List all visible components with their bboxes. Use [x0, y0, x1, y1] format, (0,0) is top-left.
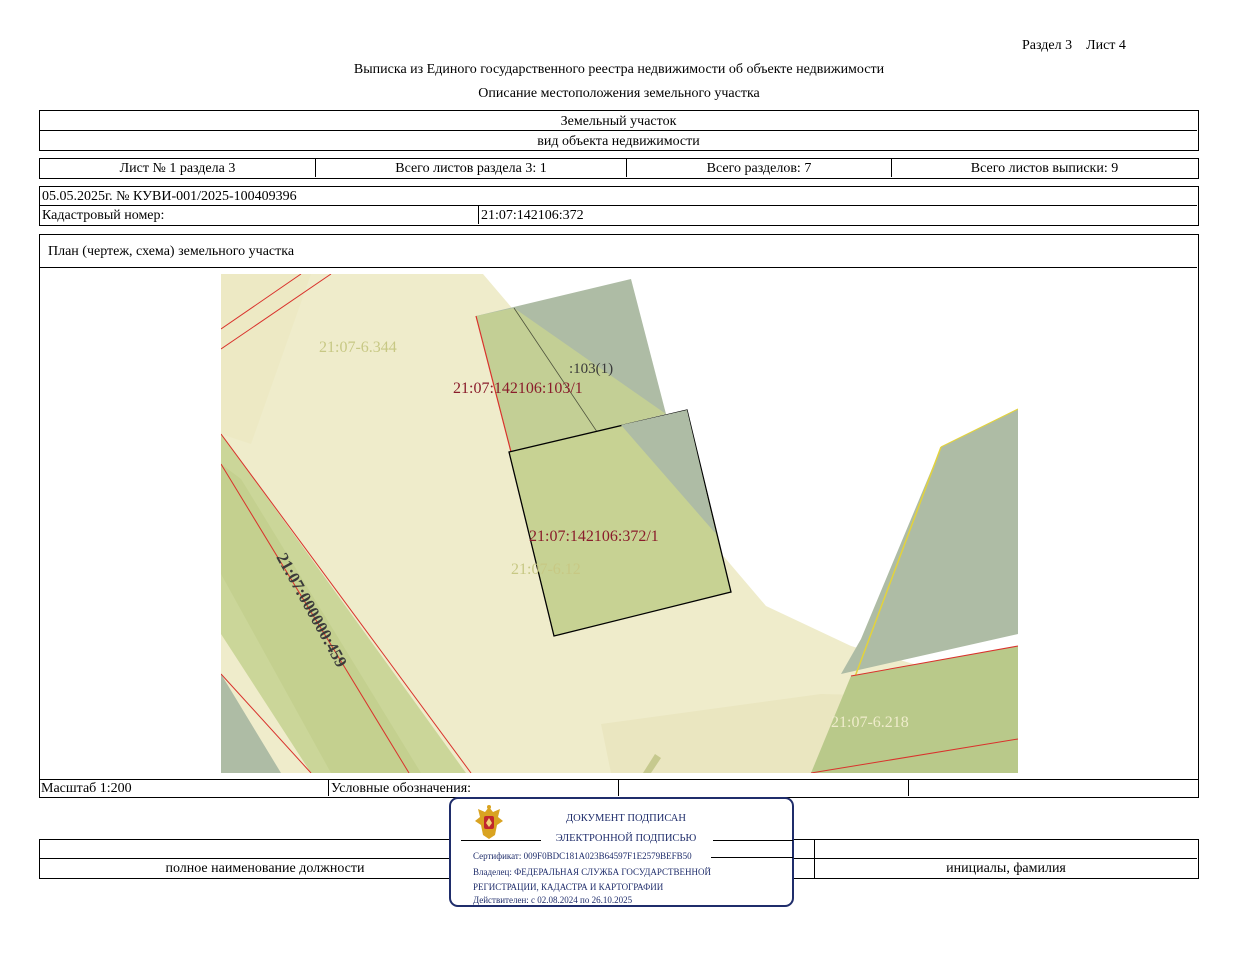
total-sections: Всего разделов: 7: [706, 161, 812, 176]
total-sheets-section: Всего листов раздела 3: 1: [395, 161, 547, 176]
stamp-certificate: Сертификат: 009F0BDC181A023B64597F1E2579…: [473, 851, 692, 861]
total-sheets-extract: Всего листов выписки: 9: [970, 161, 1119, 176]
stamp-line-1: ДОКУМЕНТ ПОДПИСАН: [566, 813, 686, 824]
parcel-103-label: 21:07:142106:103/1: [453, 380, 583, 397]
legend-label: Условные обозначения:: [331, 781, 472, 796]
position-caption: полное наименование должности: [165, 861, 365, 876]
stamp-owner-1: Владелец: ФЕДЕРАЛЬНАЯ СЛУЖБА ГОСУДАРСТВЕ…: [473, 867, 712, 877]
stamp-line-2: ЭЛЕКТРОННОЙ ПОДПИСЬЮ: [555, 833, 697, 844]
sheets-row: Лист № 1 раздела 3 Всего листов раздела …: [39, 158, 1199, 179]
stamp-valid: Действителен: с 02.08.2024 по 26.10.2025: [473, 895, 633, 905]
zone-344-label: 21:07-6.344: [319, 339, 397, 356]
parcel-372-label: 21:07:142106:372/1: [529, 528, 659, 545]
cadastral-label: Кадастровый номер:: [42, 208, 165, 223]
object-type-caption: вид объекта недвижимости: [537, 134, 700, 149]
legend-row: Масштаб 1:200 Условные обозначения:: [39, 780, 1199, 798]
document-subtitle: Описание местоположения земельного участ…: [478, 86, 760, 101]
object-type-box: Земельный участок вид объекта недвижимос…: [39, 110, 1199, 151]
stamp-owner-2: РЕГИСТРАЦИИ, КАДАСТРА И КАРТОГРАФИИ: [473, 882, 664, 892]
record-box: 05.05.2025г. № КУВИ-001/2025-100409396 К…: [39, 186, 1199, 226]
document-title: Выписка из Единого государственного реес…: [353, 62, 885, 77]
object-type: Земельный участок: [560, 114, 677, 129]
sheet-number: Лист № 1 раздела 3: [119, 161, 236, 176]
parcel-103-short-label: :103(1): [569, 361, 613, 377]
cadastral-map: 21:07-6.344 :103(1) 21:07:142106:103/1 2…: [221, 274, 1018, 773]
cadastral-number: 21:07:142106:372: [481, 208, 584, 223]
record-date-number: 05.05.2025г. № КУВИ-001/2025-100409396: [42, 189, 297, 204]
electronic-signature-stamp: ДОКУМЕНТ ПОДПИСАН ЭЛЕКТРОННОЙ ПОДПИСЬЮ С…: [449, 797, 794, 907]
initials-caption: инициалы, фамилия: [946, 861, 1066, 876]
scale-label: Масштаб 1:200: [41, 781, 132, 796]
zone-12-label: 21:07-6.12: [511, 561, 581, 578]
section-page-label: Раздел 3 Лист 4: [1022, 38, 1126, 53]
plan-title: План (чертеж, схема) земельного участка: [48, 244, 295, 259]
zone-218-label: 21:07-6.218: [831, 714, 909, 731]
